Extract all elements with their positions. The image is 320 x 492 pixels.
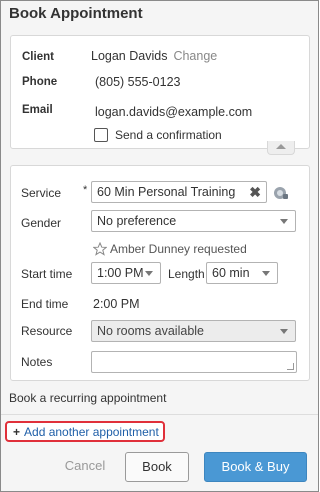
resize-grip-icon[interactable] xyxy=(287,363,294,370)
book-recurring-link[interactable]: Book a recurring appointment xyxy=(9,391,166,405)
gender-select[interactable]: No preference xyxy=(91,210,296,232)
dialog-title: Book Appointment xyxy=(9,5,143,22)
book-button[interactable]: Book xyxy=(125,452,189,482)
required-marker: * xyxy=(83,184,88,196)
requested-staff-text: Amber Dunney requested xyxy=(110,242,247,256)
send-confirmation-checkbox[interactable] xyxy=(94,128,108,142)
length-label: Length xyxy=(168,267,205,281)
add-another-label: Add another appointment xyxy=(24,425,159,439)
book-appointment-dialog: Book Appointment Client Logan Davids Chan… xyxy=(0,0,319,492)
cancel-button[interactable]: Cancel xyxy=(55,452,115,482)
service-input-value: 60 Min Personal Training xyxy=(97,185,236,199)
resource-value: No rooms available xyxy=(97,324,204,338)
client-name: Logan Davids xyxy=(91,49,168,63)
service-settings-icon[interactable] xyxy=(273,185,289,201)
service-label: Service xyxy=(21,186,62,200)
change-client-link[interactable]: Change xyxy=(173,49,217,63)
gender-label: Gender xyxy=(21,216,62,230)
client-label: Client xyxy=(22,51,54,63)
star-outline-icon[interactable] xyxy=(93,242,107,256)
add-another-appointment-link[interactable]: + Add another appointment xyxy=(5,421,165,442)
send-confirmation-label: Send a confirmation xyxy=(115,128,222,142)
book-and-buy-button[interactable]: Book & Buy xyxy=(204,452,307,482)
collapse-client-toggle[interactable] xyxy=(267,141,295,155)
length-select[interactable]: 60 min xyxy=(206,262,278,284)
plus-icon: + xyxy=(13,425,21,439)
client-name-row: Logan Davids Change xyxy=(91,49,217,63)
email-value: logan.davids@example.com xyxy=(95,105,253,119)
footer-divider xyxy=(1,414,318,415)
phone-label: Phone xyxy=(22,76,58,88)
service-card: Service * 60 Min Personal Training ✖ Gen… xyxy=(10,165,310,381)
resource-label: Resource xyxy=(21,324,73,338)
length-value: 60 min xyxy=(212,266,250,280)
end-time-value: 2:00 PM xyxy=(93,297,140,311)
phone-value: (805) 555-0123 xyxy=(95,75,181,89)
email-label: Email xyxy=(22,104,53,116)
start-time-label: Start time xyxy=(21,267,73,281)
notes-textarea[interactable] xyxy=(91,351,297,373)
end-time-label: End time xyxy=(21,297,69,311)
client-card: Client Logan Davids Change Phone (805) 55… xyxy=(10,35,310,155)
start-time-value: 1:00 PM xyxy=(97,266,144,280)
resource-select[interactable]: No rooms available xyxy=(91,320,296,342)
clear-service-icon[interactable]: ✖ xyxy=(249,184,261,201)
service-input[interactable]: 60 Min Personal Training ✖ xyxy=(91,181,267,203)
notes-label: Notes xyxy=(21,355,53,369)
start-time-select[interactable]: 1:00 PM xyxy=(91,262,161,284)
gender-select-value: No preference xyxy=(97,214,177,228)
